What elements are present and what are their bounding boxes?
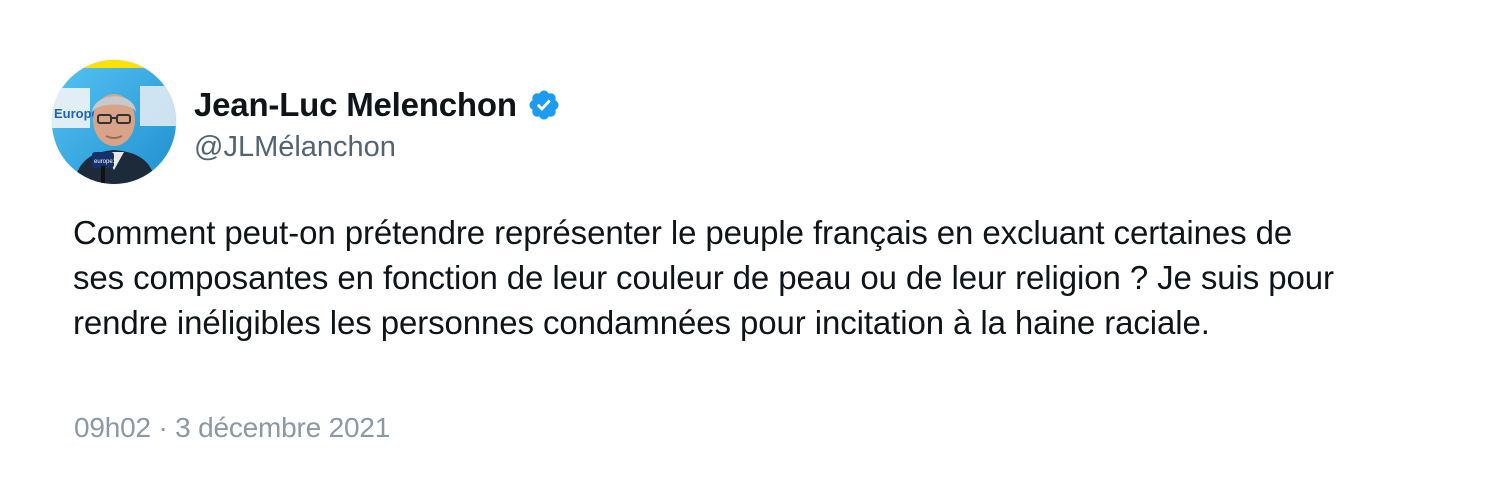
tweet-text-line: rendre inéligibles les personnes condamn… (73, 304, 1210, 341)
tweet-card: Europe1 europe1 Jean-Luc Melenchon @JLMé… (0, 0, 1500, 500)
svg-text:europe1: europe1 (94, 159, 117, 165)
avatar[interactable]: Europe1 europe1 (52, 60, 176, 184)
tweet-header: Europe1 europe1 Jean-Luc Melenchon @JLMé… (52, 60, 561, 184)
author-handle[interactable]: @JLMélanchon (194, 131, 561, 164)
author-identity: Jean-Luc Melenchon @JLMélanchon (194, 81, 561, 164)
avatar-image: Europe1 europe1 (52, 60, 176, 184)
name-row: Jean-Luc Melenchon (194, 81, 561, 129)
tweet-text-line: Comment peut-on prétendre représenter le… (73, 214, 1293, 251)
tweet-text: Comment peut-on prétendre représenter le… (73, 210, 1473, 345)
verified-badge-icon (527, 88, 561, 122)
tweet-text-line: ses composantes en fonction de leur coul… (73, 259, 1334, 296)
tweet-timestamp[interactable]: 09h02 · 3 décembre 2021 (74, 412, 390, 444)
author-display-name[interactable]: Jean-Luc Melenchon (194, 86, 517, 124)
